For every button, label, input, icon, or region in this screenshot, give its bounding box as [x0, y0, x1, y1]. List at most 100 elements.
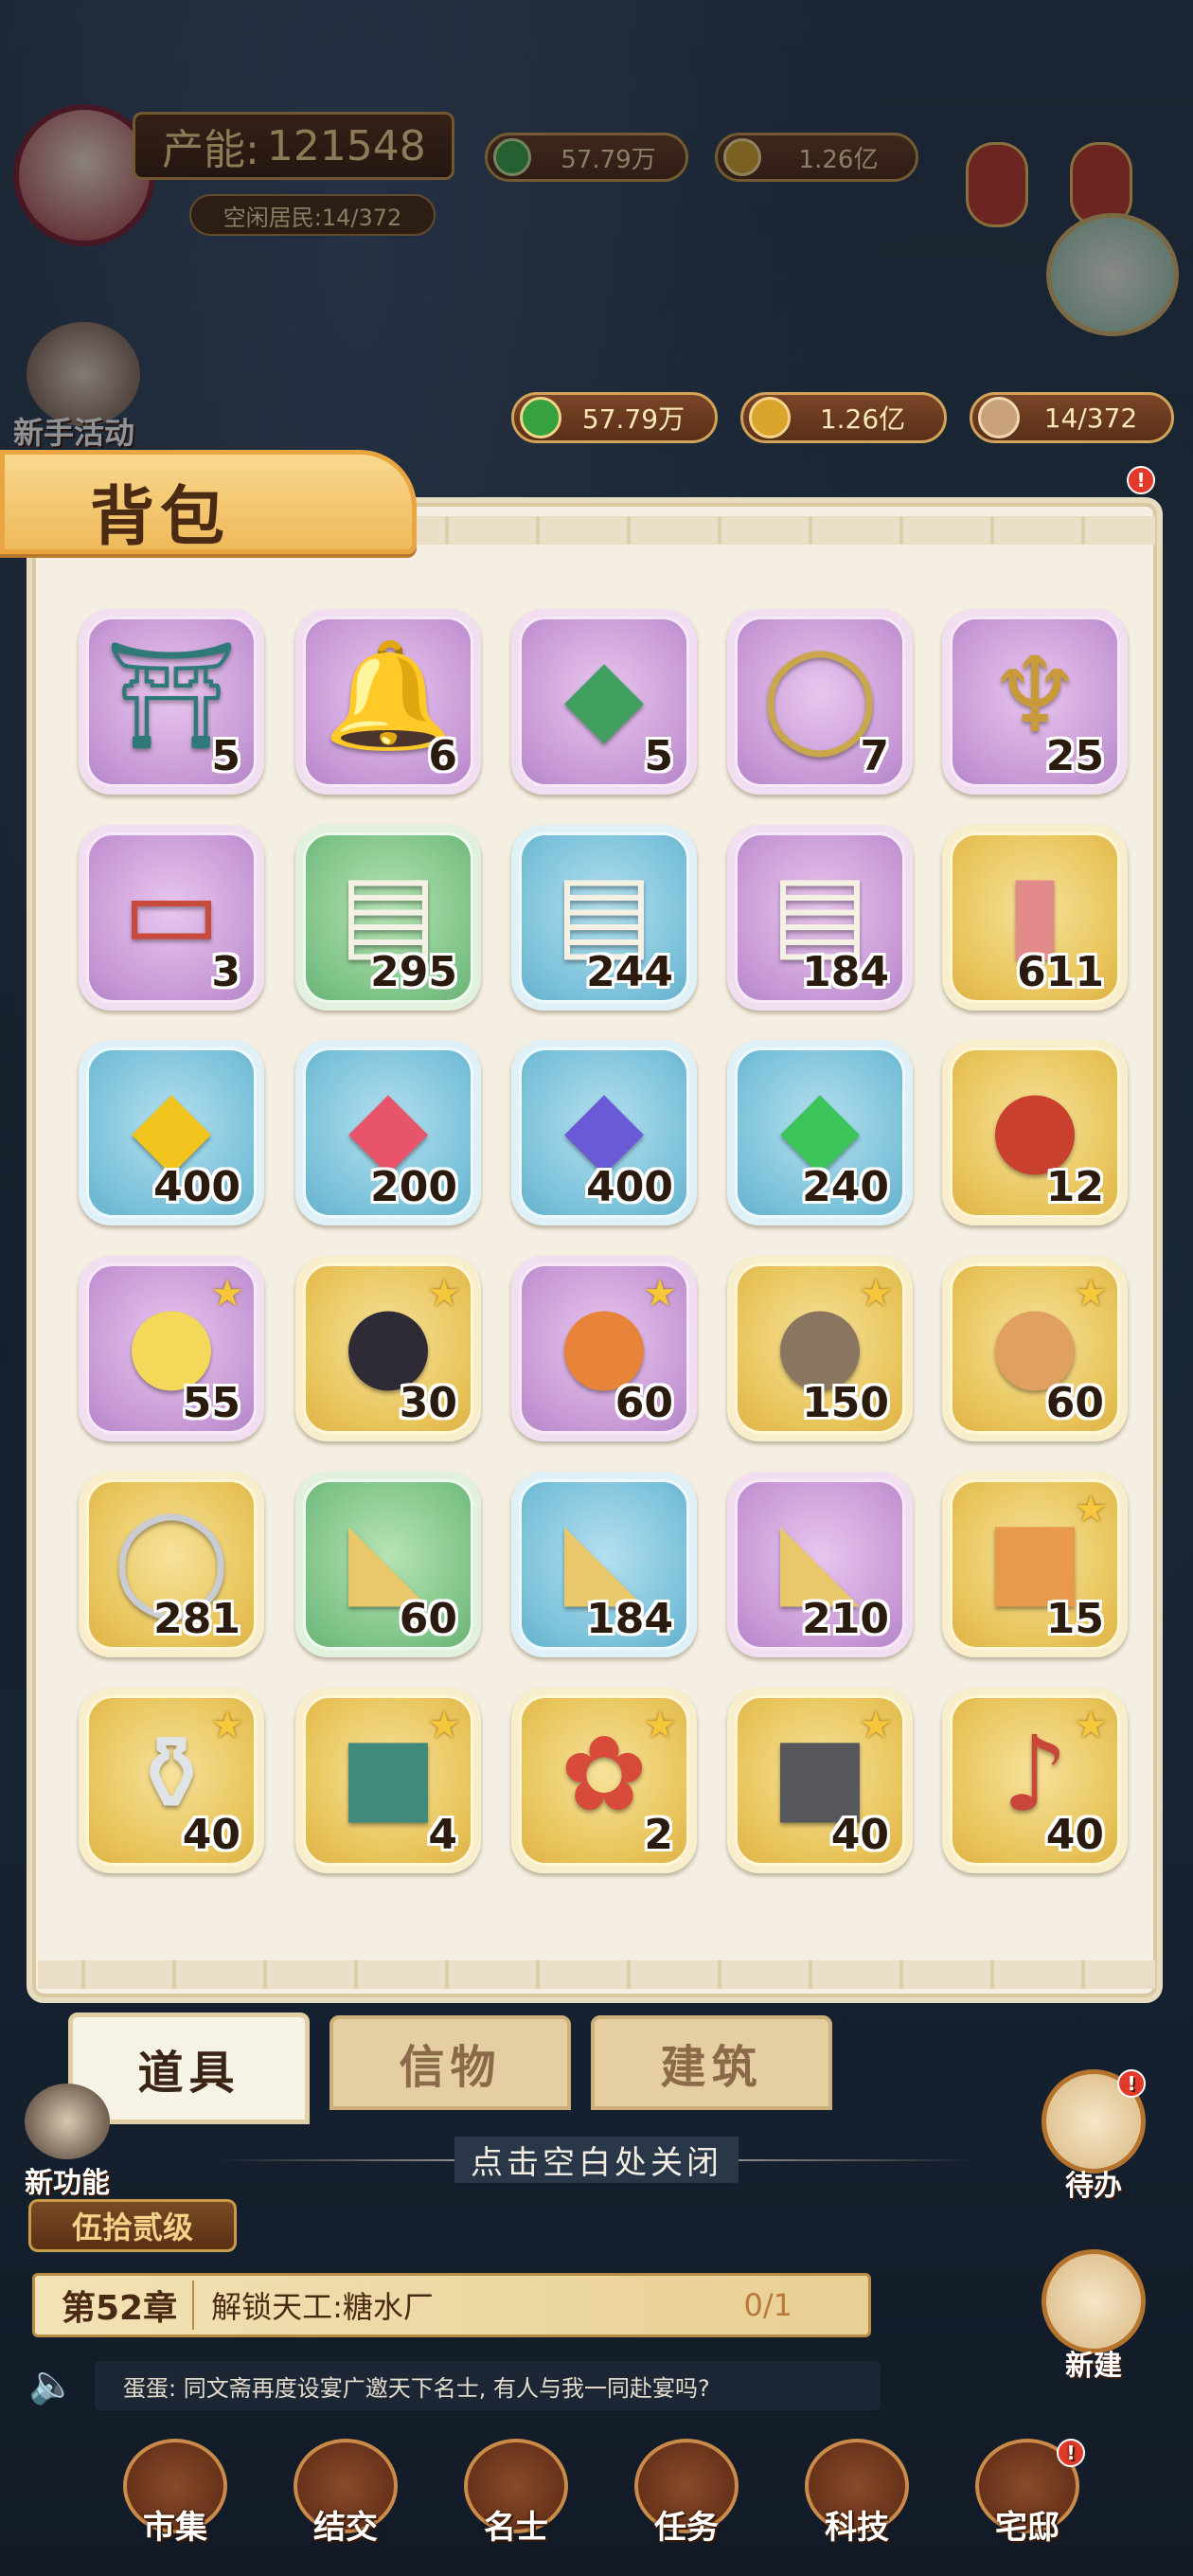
- star-icon: ★: [427, 1272, 461, 1315]
- nav-friends[interactable]: 结交: [284, 2439, 407, 2548]
- item-count: 60: [614, 1379, 673, 1427]
- item-frame: ♆ 25: [950, 617, 1120, 787]
- item-count: 5: [211, 732, 240, 780]
- nav-tech[interactable]: 科技: [795, 2439, 918, 2548]
- inventory-item[interactable]: ◣ 60: [295, 1472, 481, 1657]
- copper-value: 57.79万: [581, 403, 686, 435]
- item-count: 295: [370, 948, 457, 996]
- inventory-item[interactable]: ● ★ 30: [295, 1256, 481, 1441]
- star-icon: ★: [210, 1272, 244, 1315]
- copper-coin-icon: [520, 397, 561, 438]
- flower-vase-icon: ✿: [560, 1713, 649, 1835]
- broadcast-text: 蛋蛋: 同文斋再度设宴广邀天下名士, 有人与我一同赴宴吗?: [123, 2374, 710, 2402]
- inventory-item[interactable]: ◣ 210: [727, 1472, 913, 1657]
- inventory-item[interactable]: ◯ 7: [727, 609, 913, 795]
- todo-button[interactable]: 待办 !: [1042, 2069, 1146, 2204]
- item-frame: ● 12: [950, 1047, 1120, 1218]
- inventory-item[interactable]: ◆ 5: [511, 609, 697, 795]
- tab-tokens-label: 信物: [399, 2041, 502, 2094]
- item-frame: ✿ ★ 2: [519, 1695, 689, 1866]
- inventory-item[interactable]: ● 12: [942, 1040, 1128, 1225]
- item-frame: 🔔 6: [303, 617, 473, 787]
- inventory-item[interactable]: ⚱ ★ 40: [79, 1688, 264, 1873]
- nav-celebrities[interactable]: 名士: [454, 2439, 578, 2548]
- talisman-card-icon: ▭: [122, 850, 221, 973]
- inventory-item[interactable]: ♪ ★ 40: [942, 1688, 1128, 1873]
- inventory-item[interactable]: ▮ 611: [942, 825, 1128, 1011]
- tab-tokens[interactable]: 信物: [329, 2015, 571, 2110]
- inventory-item[interactable]: ✿ ★ 2: [511, 1688, 697, 1873]
- level-badge-text: 伍拾贰级: [71, 2209, 193, 2245]
- item-frame: ■ ★ 4: [303, 1695, 473, 1866]
- inventory-item[interactable]: ▤ 244: [511, 825, 697, 1011]
- item-frame: ■ ★ 15: [950, 1479, 1120, 1650]
- nav-label: 名士: [484, 2509, 548, 2547]
- item-frame: ◆ 400: [86, 1047, 257, 1218]
- nav-label: 宅邸: [995, 2509, 1059, 2547]
- inventory-item[interactable]: ▭ 3: [79, 825, 264, 1011]
- inventory-item[interactable]: ▤ 184: [727, 825, 913, 1011]
- gold-coin-icon: [749, 397, 791, 438]
- item-frame: ◆ 240: [735, 1047, 905, 1218]
- inventory-item[interactable]: ◆ 400: [79, 1040, 264, 1225]
- new-feature-button[interactable]: 新功能: [25, 2084, 110, 2201]
- star-icon: ★: [1074, 1704, 1108, 1747]
- build-button[interactable]: 新建: [1042, 2249, 1146, 2384]
- inventory-item[interactable]: ⛩ 5: [79, 609, 264, 795]
- level-badge: 伍拾贰级: [28, 2199, 237, 2252]
- nav-label: 科技: [825, 2509, 889, 2547]
- star-icon: ★: [643, 1272, 677, 1315]
- item-frame: ▤ 295: [303, 832, 473, 1003]
- item-frame: ◆ 5: [519, 617, 689, 787]
- inventory-item[interactable]: ● ★ 150: [727, 1256, 913, 1441]
- nav-market[interactable]: 市集: [114, 2439, 237, 2548]
- item-frame: ● ★ 60: [950, 1263, 1120, 1434]
- notification-dot: !: [1127, 466, 1155, 494]
- broadcast-bar: 蛋蛋: 同文斋再度设宴广邀天下名士, 有人与我一同赴宴吗?: [95, 2361, 881, 2410]
- residents-resource: 14/372: [970, 392, 1174, 443]
- nav-mansion[interactable]: 宅邸!: [966, 2439, 1089, 2548]
- item-count: 12: [1045, 1163, 1104, 1211]
- item-count: 7: [860, 732, 889, 780]
- nav-label: 任务: [654, 2509, 719, 2547]
- inventory-item[interactable]: ◯ 281: [79, 1472, 264, 1657]
- nav-quests[interactable]: 任务: [625, 2439, 748, 2548]
- item-count: 40: [182, 1811, 240, 1859]
- inventory-item[interactable]: ■ ★ 4: [295, 1688, 481, 1873]
- nav-label: 结交: [313, 2509, 378, 2547]
- star-icon: ★: [859, 1272, 893, 1315]
- inventory-item[interactable]: 🔔 6: [295, 609, 481, 795]
- inventory-item[interactable]: ● ★ 60: [511, 1256, 697, 1441]
- inventory-item[interactable]: ◆ 200: [295, 1040, 481, 1225]
- item-count: 40: [830, 1811, 889, 1859]
- inventory-item[interactable]: ♆ 25: [942, 609, 1128, 795]
- item-count: 55: [182, 1379, 240, 1427]
- item-frame: ▮ 611: [950, 832, 1120, 1003]
- inventory-item[interactable]: ◣ 184: [511, 1472, 697, 1657]
- item-count: 244: [586, 948, 673, 996]
- inventory-item[interactable]: ◆ 240: [727, 1040, 913, 1225]
- todo-alert-badge: !: [1117, 2069, 1146, 2098]
- inventory-item[interactable]: ◆ 400: [511, 1040, 697, 1225]
- close-hint[interactable]: 点击空白处关闭: [454, 2137, 739, 2183]
- nav-label: 市集: [143, 2509, 207, 2547]
- item-frame: ♪ ★ 40: [950, 1695, 1120, 1866]
- resident-icon: [978, 397, 1020, 438]
- chapter-task-bar[interactable]: 第52章 解锁天工:糖水厂 0/1: [32, 2273, 871, 2337]
- panel-title: 背包: [90, 479, 231, 555]
- speaker-icon[interactable]: 🔈: [28, 2366, 78, 2404]
- item-count: 60: [1045, 1379, 1104, 1427]
- todo-label: 待办: [1065, 2170, 1122, 2203]
- inventory-item[interactable]: ■ ★ 40: [727, 1688, 913, 1873]
- inventory-item[interactable]: ● ★ 60: [942, 1256, 1128, 1441]
- item-count: 5: [644, 732, 673, 780]
- item-count: 611: [1017, 948, 1104, 996]
- tab-buildings[interactable]: 建筑: [591, 2015, 832, 2110]
- item-count: 400: [586, 1163, 673, 1211]
- star-icon: ★: [859, 1704, 893, 1747]
- inventory-item[interactable]: ▤ 295: [295, 825, 481, 1011]
- inventory-item[interactable]: ■ ★ 15: [942, 1472, 1128, 1657]
- item-frame: ◯ 281: [86, 1479, 257, 1650]
- inventory-item[interactable]: ● ★ 55: [79, 1256, 264, 1441]
- gold-resource: 1.26亿: [740, 392, 947, 443]
